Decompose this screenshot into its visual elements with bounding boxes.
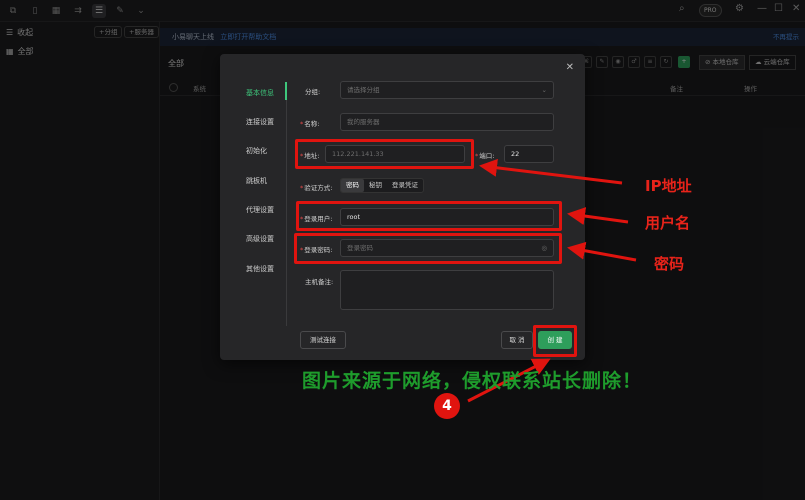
password-input[interactable]: 登录密码 ◎ bbox=[340, 239, 554, 257]
name-label: *名称: bbox=[300, 120, 320, 128]
port-input[interactable]: 22 bbox=[504, 145, 554, 163]
nav-divider bbox=[286, 82, 287, 326]
auth-option-credential[interactable]: 登录凭证 bbox=[387, 179, 423, 192]
auth-label-text: 验证方式: bbox=[304, 184, 333, 192]
auth-label: *验证方式: bbox=[300, 184, 333, 192]
close-icon[interactable]: ✕ bbox=[566, 62, 574, 73]
port-label: *端口: bbox=[475, 152, 495, 160]
address-label: *地址: bbox=[300, 152, 320, 160]
nav-advanced-settings[interactable]: 高级设置 bbox=[246, 234, 274, 244]
remark-textarea[interactable] bbox=[340, 270, 554, 310]
auth-option-password[interactable]: 密码 bbox=[341, 179, 364, 192]
test-connection-button[interactable]: 测试连接 bbox=[300, 331, 346, 349]
annotation-ip-label: IP地址 bbox=[645, 177, 692, 195]
user-input[interactable]: root bbox=[340, 208, 554, 226]
user-label: *登录用户: bbox=[300, 215, 333, 223]
cancel-button[interactable]: 取 消 bbox=[501, 331, 533, 349]
group-placeholder: 请选择分组 bbox=[347, 86, 380, 94]
nav-basic-info[interactable]: 基本信息 bbox=[246, 88, 274, 98]
nav-active-indicator bbox=[285, 82, 287, 100]
remark-label: 主机备注: bbox=[305, 278, 334, 286]
eye-off-icon[interactable]: ◎ bbox=[541, 240, 547, 256]
name-label-text: 名称: bbox=[304, 120, 320, 128]
port-label-text: 端口: bbox=[479, 152, 495, 160]
password-label-text: 登录密码: bbox=[304, 246, 333, 254]
address-input[interactable]: 112.221.141.33 bbox=[325, 145, 465, 163]
auth-option-key[interactable]: 秘钥 bbox=[364, 179, 387, 192]
chevron-down-icon: ⌄ bbox=[541, 86, 547, 94]
nav-jump-host[interactable]: 跳板机 bbox=[246, 176, 267, 186]
name-input[interactable]: 我的服务器 bbox=[340, 113, 554, 131]
password-label: *登录密码: bbox=[300, 246, 333, 254]
nav-proxy-settings[interactable]: 代理设置 bbox=[246, 205, 274, 215]
password-placeholder: 登录密码 bbox=[347, 244, 373, 252]
nav-connection-settings[interactable]: 连接设置 bbox=[246, 117, 274, 127]
auth-method-segmented: 密码 秘钥 登录凭证 bbox=[340, 178, 424, 193]
annotation-password-label: 密码 bbox=[654, 255, 685, 273]
nav-other-settings[interactable]: 其他设置 bbox=[246, 264, 274, 274]
watermark-text: 图片来源于网络，侵权联系站长删除！ bbox=[302, 370, 643, 392]
group-label: 分组: bbox=[305, 88, 321, 96]
create-button[interactable]: 创 建 bbox=[538, 331, 572, 349]
annotation-user-label: 用户名 bbox=[645, 214, 691, 232]
address-label-text: 地址: bbox=[304, 152, 320, 160]
step-number-badge: 4 bbox=[434, 393, 460, 419]
user-label-text: 登录用户: bbox=[304, 215, 333, 223]
group-select[interactable]: 请选择分组 ⌄ bbox=[340, 81, 554, 99]
add-server-dialog: ✕ 基本信息 连接设置 初始化 跳板机 代理设置 高级设置 其他设置 分组: 请… bbox=[220, 54, 585, 360]
nav-initialize[interactable]: 初始化 bbox=[246, 146, 267, 156]
